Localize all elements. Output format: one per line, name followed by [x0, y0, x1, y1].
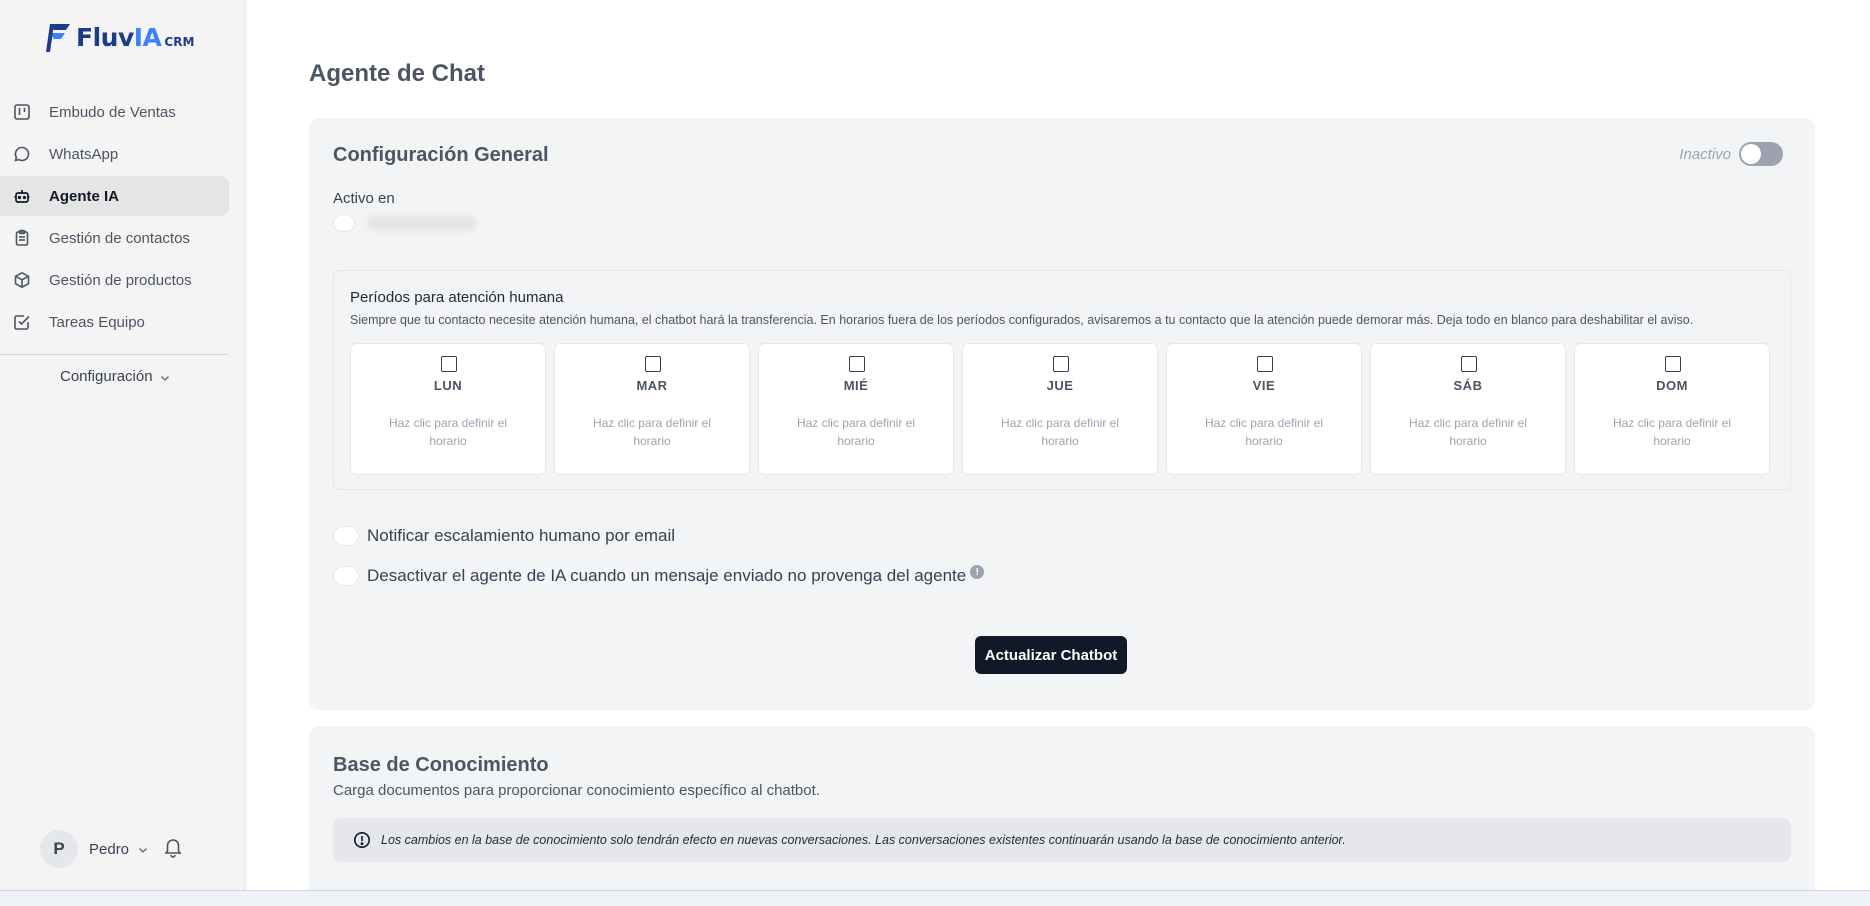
day-checkbox[interactable] — [849, 356, 865, 372]
knowledge-base-title: Base de Conocimiento — [333, 754, 549, 776]
brand-logo[interactable]: FluvIA CRM — [44, 20, 194, 54]
package-icon — [12, 270, 32, 290]
day-name: MIÉ — [843, 378, 869, 393]
chevron-down-icon — [137, 843, 149, 855]
general-config-title: Configuración General — [333, 144, 549, 166]
day-name: VIE — [1252, 378, 1276, 393]
notify-email-option: Notificar escalamiento humano por email — [333, 526, 675, 546]
deactivate-agent-label: Desactivar el agente de IA cuando un men… — [367, 566, 967, 585]
day-checkbox[interactable] — [1257, 356, 1273, 372]
day-name: MAR — [636, 378, 668, 393]
day-name: SÁB — [1453, 378, 1483, 393]
knowledge-base-description: Carga documentos para proporcionar conoc… — [333, 782, 820, 799]
sidebar-item-label: Gestión de contactos — [49, 229, 190, 247]
day-hint: Haz clic para definir el horario — [592, 416, 712, 448]
periods-description: Siempre que tu contacto necesite atenció… — [350, 313, 1694, 327]
sidebar-item-label: Embudo de Ventas — [49, 103, 176, 121]
main-content: Agente de Chat Configuración General Ina… — [247, 0, 1870, 906]
active-on-row — [333, 214, 477, 232]
periods-title: Períodos para atención humana — [350, 289, 564, 306]
status-control: Inactivo — [1679, 142, 1783, 166]
day-card-mie[interactable]: MIÉ Haz clic para definir el horario — [758, 343, 954, 475]
sidebar-item-label: Tareas Equipo — [49, 313, 145, 331]
sidebar-nav: Embudo de Ventas WhatsApp Agente IA Gest… — [0, 92, 246, 344]
day-checkbox[interactable] — [441, 356, 457, 372]
day-card-dom[interactable]: DOM Haz clic para definir el horario — [1574, 343, 1770, 475]
sidebar-item-whatsapp[interactable]: WhatsApp — [0, 134, 229, 174]
day-hint: Haz clic para definir el horario — [1408, 416, 1528, 448]
taskbar-strip — [0, 890, 1870, 906]
day-hint: Haz clic para definir el horario — [1000, 416, 1120, 448]
day-card-jue[interactable]: JUE Haz clic para definir el horario — [962, 343, 1158, 475]
sidebar-item-gestion-de-productos[interactable]: Gestión de productos — [0, 260, 229, 300]
sidebar-item-label: Gestión de productos — [49, 271, 192, 289]
sidebar: FluvIA CRM Embudo de Ventas WhatsApp Age… — [0, 0, 246, 890]
day-checkbox[interactable] — [1461, 356, 1477, 372]
sidebar-item-agente-ia[interactable]: Agente IA — [0, 176, 229, 216]
sidebar-divider — [0, 354, 228, 355]
sidebar-item-label: Agente IA — [49, 187, 120, 205]
day-card-sab[interactable]: SÁB Haz clic para definir el horario — [1370, 343, 1566, 475]
day-card-vie[interactable]: VIE Haz clic para definir el horario — [1166, 343, 1362, 475]
sidebar-item-gestion-de-contactos[interactable]: Gestión de contactos — [0, 218, 229, 258]
general-config-card: Configuración General Inactivo Activo en… — [309, 118, 1815, 710]
day-card-lun[interactable]: LUN Haz clic para definir el horario — [350, 343, 546, 475]
day-hint: Haz clic para definir el horario — [796, 416, 916, 448]
day-checkbox[interactable] — [645, 356, 661, 372]
day-name: LUN — [433, 378, 463, 393]
user-name: Pedro — [89, 840, 130, 858]
brand-name: FluvIA — [76, 22, 162, 52]
notify-email-label: Notificar escalamiento humano por email — [367, 526, 676, 545]
deactivate-agent-option: Desactivar el agente de IA cuando un men… — [333, 565, 985, 586]
chevron-down-icon — [159, 371, 171, 383]
clipboard-icon — [12, 228, 32, 248]
day-hint: Haz clic para definir el horario — [1204, 416, 1324, 448]
chat-bubble-icon — [12, 144, 32, 164]
day-name: DOM — [1656, 378, 1688, 393]
agent-active-toggle[interactable] — [1739, 142, 1783, 166]
knowledge-base-card: Base de Conocimiento Carga documentos pa… — [309, 726, 1815, 906]
active-on-label: Activo en — [333, 190, 395, 207]
sidebar-item-label: WhatsApp — [49, 145, 119, 163]
check-square-icon — [12, 312, 32, 332]
active-on-toggle[interactable] — [333, 214, 355, 232]
kanban-icon — [12, 102, 32, 122]
alert-circle-icon — [353, 831, 371, 849]
robot-icon — [12, 186, 32, 206]
bell-icon[interactable] — [162, 836, 184, 858]
info-icon[interactable]: ! — [970, 565, 985, 579]
logo-mark-icon — [44, 20, 74, 54]
day-card-mar[interactable]: MAR Haz clic para definir el horario — [554, 343, 750, 475]
page-title: Agente de Chat — [309, 60, 486, 87]
status-label: Inactivo — [1679, 145, 1731, 163]
blurred-channel-name — [367, 216, 477, 230]
knowledge-notice-text: Los cambios en la base de conocimiento s… — [381, 833, 1346, 847]
sidebar-item-configuracion[interactable]: Configuración — [60, 368, 171, 385]
brand-suffix: CRM — [164, 35, 195, 49]
knowledge-notice: Los cambios en la base de conocimiento s… — [333, 818, 1791, 862]
config-label: Configuración — [60, 368, 153, 385]
days-grid: LUN Haz clic para definir el horario MAR… — [350, 343, 1770, 475]
day-checkbox[interactable] — [1665, 356, 1681, 372]
day-hint: Haz clic para definir el horario — [388, 416, 508, 448]
notify-email-toggle[interactable] — [333, 526, 359, 546]
deactivate-agent-toggle[interactable] — [333, 566, 359, 586]
update-chatbot-button[interactable]: Actualizar Chatbot — [975, 636, 1127, 674]
human-attention-periods: Períodos para atención humana Siempre qu… — [333, 270, 1791, 490]
sidebar-item-embudo-de-ventas[interactable]: Embudo de Ventas — [0, 92, 229, 132]
avatar: P — [40, 830, 78, 868]
day-hint: Haz clic para definir el horario — [1612, 416, 1732, 448]
day-checkbox[interactable] — [1053, 356, 1069, 372]
day-name: JUE — [1046, 378, 1074, 393]
user-menu[interactable]: P Pedro — [40, 830, 149, 868]
sidebar-item-tareas-equipo[interactable]: Tareas Equipo — [0, 302, 229, 342]
